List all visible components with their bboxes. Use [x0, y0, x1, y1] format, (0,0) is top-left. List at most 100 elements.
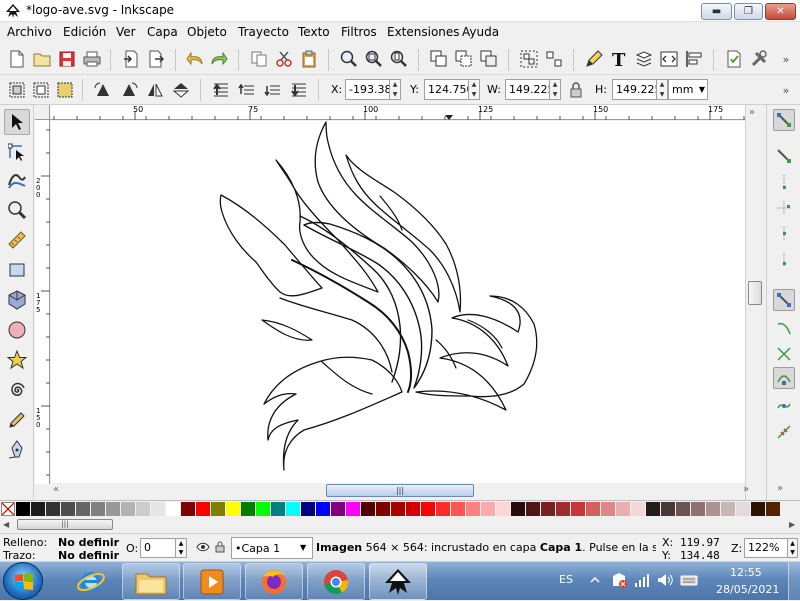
star-icon[interactable]: [4, 347, 30, 373]
vertical-scrollbar[interactable]: »: [745, 105, 765, 500]
close-button[interactable]: ✕: [765, 3, 796, 20]
palette-swatch[interactable]: [316, 502, 330, 516]
spiral-icon[interactable]: [4, 377, 30, 403]
scroll-more-icon[interactable]: »: [749, 107, 755, 118]
palette-swatch[interactable]: [16, 502, 30, 516]
palette-swatch[interactable]: [751, 502, 765, 516]
flip-vertical-icon[interactable]: [170, 79, 192, 101]
palette-swatch[interactable]: [61, 502, 75, 516]
palette-swatch[interactable]: [46, 502, 60, 516]
zoom-spinner[interactable]: ▲ ▼: [788, 538, 798, 558]
node-editor-icon[interactable]: [4, 139, 30, 165]
redo-icon[interactable]: [208, 48, 230, 70]
menu-edicion[interactable]: Edición: [63, 25, 106, 39]
palette-swatch[interactable]: [526, 502, 540, 516]
snap-nodes-icon[interactable]: [773, 289, 795, 311]
palette-swatch[interactable]: [661, 502, 675, 516]
palette-swatch[interactable]: [256, 502, 270, 516]
show-hidden-icons-icon[interactable]: [590, 574, 600, 588]
ellipse-icon[interactable]: [4, 317, 30, 343]
export-icon[interactable]: [145, 48, 167, 70]
maximize-button[interactable]: ❐: [734, 3, 763, 20]
no-paint-swatch[interactable]: [1, 502, 15, 516]
palette-swatch[interactable]: [691, 502, 705, 516]
h-field[interactable]: 149.225: [612, 79, 657, 100]
palette-swatch[interactable]: [166, 502, 180, 516]
horizontal-scroll-thumb[interactable]: |||: [326, 484, 474, 497]
raise-icon[interactable]: [236, 79, 258, 101]
rectangle-icon[interactable]: [4, 257, 30, 283]
chrome-icon[interactable]: [307, 563, 365, 600]
y-spinner[interactable]: ▲ ▼: [469, 79, 480, 100]
flip-horizontal-icon[interactable]: [144, 79, 166, 101]
undo-icon[interactable]: [184, 48, 206, 70]
ungroup-icon[interactable]: [543, 48, 565, 70]
menu-trayecto[interactable]: Trayecto: [238, 25, 289, 39]
menu-extensiones[interactable]: Extensiones: [387, 25, 460, 39]
select-all-layers-icon[interactable]: [30, 79, 52, 101]
menu-archivo[interactable]: Archivo: [7, 25, 52, 39]
palette-swatch[interactable]: [361, 502, 375, 516]
deselect-icon[interactable]: [54, 79, 76, 101]
snap-bbox-midpoints-icon[interactable]: [773, 223, 795, 245]
palette-swatch[interactable]: [301, 502, 315, 516]
snap-paths-icon[interactable]: [773, 317, 795, 339]
snap-bbox-icon[interactable]: [773, 145, 795, 167]
palette-swatch[interactable]: [226, 502, 240, 516]
palette-swatch[interactable]: [706, 502, 720, 516]
palette-swatch[interactable]: [286, 502, 300, 516]
network-icon[interactable]: [634, 572, 650, 591]
menu-ayuda[interactable]: Ayuda: [462, 25, 499, 39]
fill-stroke-icon[interactable]: [583, 48, 605, 70]
pen-icon[interactable]: [4, 437, 30, 463]
palette-swatch[interactable]: [136, 502, 150, 516]
zoom-selection-icon[interactable]: [338, 48, 360, 70]
x-spinner[interactable]: ▲ ▼: [390, 79, 401, 100]
palette-swatch[interactable]: [31, 502, 45, 516]
layer-select[interactable]: •Capa 1 ▼: [231, 537, 313, 559]
import-icon[interactable]: [120, 48, 142, 70]
toolbar-overflow-icon[interactable]: »: [775, 79, 797, 101]
palette-swatch[interactable]: [616, 502, 630, 516]
measure-icon[interactable]: [4, 227, 30, 253]
firefox-icon[interactable]: [245, 563, 303, 600]
palette-swatch[interactable]: [376, 502, 390, 516]
y-field[interactable]: 124.750: [424, 79, 469, 100]
palette-scroll-left-icon[interactable]: ◀: [3, 520, 9, 529]
menu-ver[interactable]: Ver: [116, 25, 136, 39]
palette-swatch[interactable]: [181, 502, 195, 516]
cut-icon[interactable]: [273, 48, 295, 70]
palette-swatch[interactable]: [346, 502, 360, 516]
scroll-more-icon[interactable]: »: [743, 484, 749, 495]
zoom-drawing-icon[interactable]: [363, 48, 385, 70]
raise-to-top-icon[interactable]: [210, 79, 232, 101]
palette-swatch[interactable]: [241, 502, 255, 516]
open-icon[interactable]: [31, 48, 53, 70]
drawing-canvas[interactable]: [51, 121, 745, 483]
palette-swatch[interactable]: [91, 502, 105, 516]
pencil-icon[interactable]: [4, 407, 30, 433]
minimize-button[interactable]: ▬: [701, 3, 732, 20]
xml-editor-icon[interactable]: [658, 48, 680, 70]
palette-swatch[interactable]: [421, 502, 435, 516]
lock-icon[interactable]: [215, 540, 225, 556]
w-field[interactable]: 149.225: [505, 79, 550, 100]
selector-icon[interactable]: [4, 109, 30, 135]
menu-capa[interactable]: Capa: [147, 25, 178, 39]
document-properties-icon[interactable]: [723, 48, 745, 70]
3d-box-icon[interactable]: [4, 287, 30, 313]
eye-icon[interactable]: [196, 541, 210, 556]
snap-line-midpoints-icon[interactable]: [773, 421, 795, 443]
lower-icon[interactable]: [262, 79, 284, 101]
file-explorer-icon[interactable]: [122, 563, 180, 600]
palette-swatch[interactable]: [76, 502, 90, 516]
snap-smooth-nodes-icon[interactable]: [773, 395, 795, 417]
text-font-icon[interactable]: T: [608, 48, 630, 70]
palette-swatch[interactable]: [436, 502, 450, 516]
zoom-icon[interactable]: [4, 197, 30, 223]
palette-swatch[interactable]: [211, 502, 225, 516]
rotate-ccw-icon[interactable]: [92, 79, 114, 101]
menu-texto[interactable]: Texto: [298, 25, 330, 39]
preferences-icon[interactable]: [748, 48, 770, 70]
palette-swatch[interactable]: [676, 502, 690, 516]
